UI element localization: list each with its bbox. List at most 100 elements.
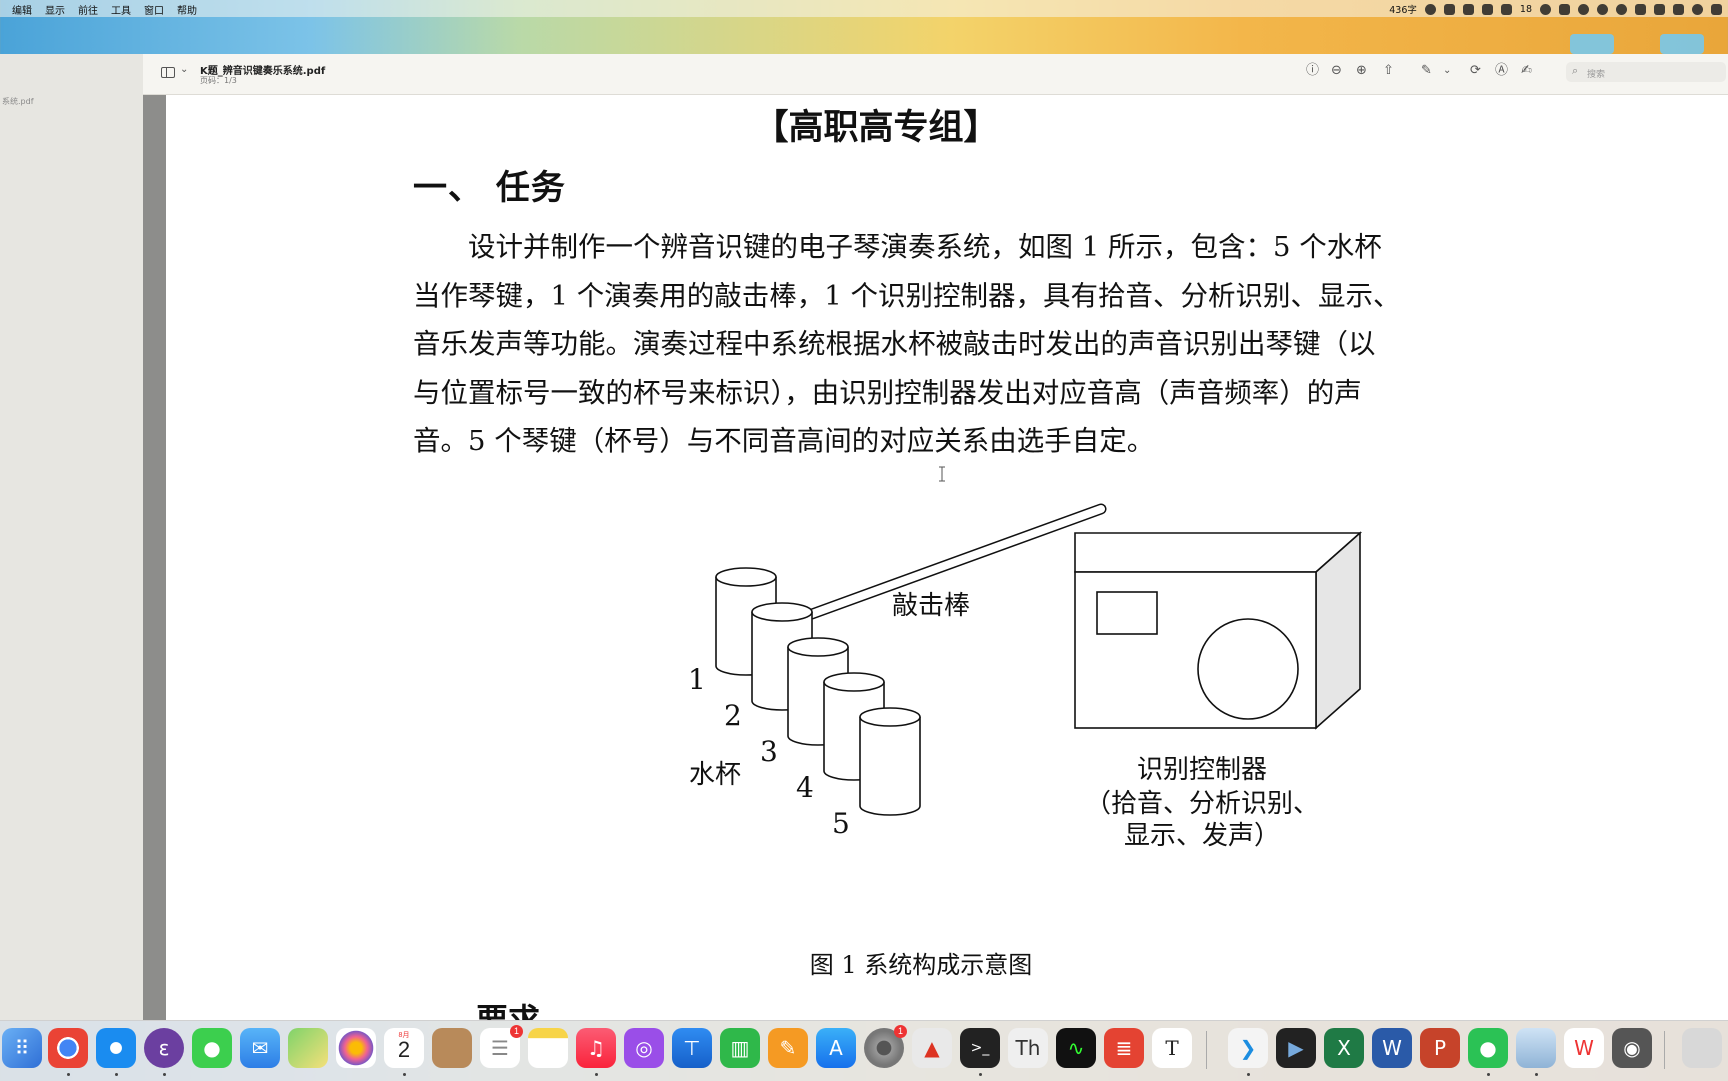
control-center-icon[interactable] [1711, 3, 1722, 15]
app-menus: 编辑 显示 前往 工具 窗口 帮助 [12, 2, 197, 17]
check-icon[interactable] [1540, 3, 1551, 15]
controller-speaker [1197, 618, 1299, 720]
toolbar: ⌄ K题_辨音识键奏乐系统.pdf 页码：1/3 ⓘ ⊖ ⊕ ⇧ ✎ ⌄ ⟳ Ⓐ… [143, 54, 1728, 95]
document-viewer[interactable]: 【高职高专组】 一、 任务 设计并制作一个辨音识键的电子琴演奏系统，如图 1 所… [143, 95, 1728, 1020]
wechat-dock-icon[interactable]: ● [1468, 1028, 1508, 1076]
menu-help[interactable]: 帮助 [177, 2, 197, 17]
notes-icon[interactable] [528, 1028, 568, 1068]
share-icon[interactable]: ⇧ [1383, 63, 1394, 79]
page-indicator: 页码：1/3 [200, 76, 237, 85]
keynote-icon[interactable]: ⊤ [672, 1028, 712, 1068]
final-cut-icon[interactable]: ▶ [1276, 1028, 1316, 1068]
markup-pen-icon[interactable]: ✎ [1421, 63, 1432, 79]
preview-window: 系统.pdf ⌄ K题_辨音识键奏乐系统.pdf 页码：1/3 ⓘ ⊖ ⊕ ⇧ … [0, 54, 1728, 1020]
search-placeholder: 搜索 [1587, 70, 1606, 80]
downloads-stack-icon[interactable] [1682, 1028, 1722, 1068]
image-icon[interactable] [1654, 3, 1665, 15]
reminders-icon[interactable]: ☰ 1 [480, 1025, 523, 1068]
bluetooth-icon[interactable] [1635, 3, 1646, 15]
annotate-icon[interactable]: Ⓐ [1495, 63, 1508, 79]
zoom-out-icon[interactable]: ⊖ [1331, 63, 1342, 79]
controller-box [1074, 531, 1363, 730]
app-store-icon[interactable]: A [816, 1028, 856, 1068]
signature-icon[interactable]: ✍ [1521, 63, 1532, 79]
thumbnail-sidebar[interactable]: 系统.pdf [0, 54, 143, 1020]
dock-separator [1206, 1031, 1207, 1069]
thumbnail-label[interactable]: 系统.pdf [2, 96, 34, 107]
menu-window[interactable]: 窗口 [144, 2, 164, 17]
font-book-icon[interactable]: Th [1008, 1028, 1048, 1068]
sidebar-toggle-icon[interactable] [161, 67, 175, 78]
play-icon[interactable] [1597, 3, 1608, 15]
dock: ⠿ ε ● ✉ 8月 2 ☰ 1 ♫ ◎ ⊤ ▥ ✎ A 1 ▲ >_ Th ∿… [0, 1020, 1728, 1081]
text-cursor-icon [939, 466, 945, 482]
vscode-icon[interactable]: ❯ [1228, 1028, 1268, 1076]
wechat-icon[interactable] [1500, 3, 1512, 15]
search-icon: ⌕ [1572, 64, 1579, 77]
dock-separator [1664, 1031, 1665, 1069]
safari-icon[interactable] [96, 1028, 136, 1076]
menu-tools[interactable]: 工具 [111, 2, 131, 17]
figure-caption: 图 1 系统构成示意图 [809, 951, 1033, 979]
zoom-in-icon[interactable]: ⊕ [1356, 63, 1367, 79]
activity-monitor-icon[interactable]: ∿ [1056, 1028, 1096, 1068]
pdf-page: 【高职高专组】 一、 任务 设计并制作一个辨音识键的电子琴演奏系统，如图 1 所… [166, 95, 1728, 1020]
search-icon[interactable] [1692, 3, 1703, 15]
system-diagram: 敲击棒 1 2 3 4 5 水杯 识别控制器 （拾音、分析识别、 显示、发声） [688, 466, 1363, 851]
screen-record-icon[interactable] [1481, 3, 1493, 15]
water-cups [715, 567, 921, 816]
reminders-badge: 1 [510, 1025, 523, 1038]
grid-icon[interactable] [1559, 3, 1570, 15]
photo-booth-icon[interactable]: ◉ [1612, 1028, 1652, 1068]
chrome-icon[interactable] [48, 1028, 88, 1076]
cup-number: 3 [760, 735, 778, 768]
powerpoint-icon[interactable]: P [1420, 1028, 1460, 1068]
typora-icon[interactable]: T [1152, 1028, 1192, 1068]
stack-icon[interactable] [1673, 3, 1684, 15]
cup-5 [859, 707, 921, 816]
calendar-icon[interactable]: 8月 2 [384, 1028, 424, 1076]
mail-icon[interactable]: ✉ [240, 1028, 280, 1068]
microphone-icon[interactable] [1443, 3, 1455, 15]
keyboard-icon[interactable] [1462, 3, 1474, 15]
desktop-window[interactable] [1570, 34, 1614, 54]
bird-icon[interactable] [1578, 3, 1589, 15]
controller-label: 显示、发声） [1124, 821, 1280, 851]
maps-icon[interactable] [288, 1028, 328, 1068]
word-icon[interactable]: W [1372, 1028, 1412, 1068]
messages-icon[interactable]: ● [192, 1028, 232, 1068]
launchpad-icon[interactable]: ⠿ [2, 1028, 42, 1068]
terminal-icon[interactable]: >_ [960, 1028, 1000, 1076]
chevron-down-icon[interactable]: ⌄ [180, 64, 188, 75]
section-heading: 要求 [476, 1001, 541, 1020]
controller-label: （拾音、分析识别、 [1085, 789, 1319, 819]
music-icon[interactable]: ♫ [576, 1028, 616, 1076]
photos-icon[interactable] [336, 1028, 376, 1068]
face-icon[interactable] [1424, 3, 1436, 15]
cup-number: 5 [832, 807, 850, 840]
rotate-icon[interactable]: ⟳ [1470, 63, 1481, 79]
search-field[interactable]: ⌕ 搜索 [1566, 62, 1726, 82]
menu-go[interactable]: 前往 [78, 2, 98, 17]
excel-icon[interactable]: X [1324, 1028, 1364, 1068]
menu-edit[interactable]: 编辑 [12, 2, 32, 17]
chevron-down-icon[interactable]: ⌄ [1443, 63, 1451, 79]
pages-icon[interactable]: ✎ [768, 1028, 808, 1068]
preview-icon[interactable] [1516, 1028, 1556, 1076]
wifi-icon[interactable] [1616, 3, 1627, 15]
wps-icon[interactable]: W [1564, 1028, 1604, 1068]
word-count[interactable]: 436字 [1389, 2, 1417, 16]
contacts-icon[interactable] [432, 1028, 472, 1068]
info-icon[interactable]: ⓘ [1306, 63, 1319, 79]
cups-label: 水杯 [689, 760, 741, 790]
system-settings-icon[interactable]: 1 [864, 1025, 907, 1068]
emacs-icon[interactable]: ε [144, 1028, 184, 1076]
wechat-count: 18 [1519, 3, 1532, 15]
podcasts-icon[interactable]: ◎ [624, 1028, 664, 1068]
acrobat-icon[interactable]: ▲ [912, 1028, 952, 1068]
menu-view[interactable]: 显示 [45, 2, 65, 17]
numbers-icon[interactable]: ▥ [720, 1028, 760, 1068]
stick-label: 敲击棒 [892, 591, 970, 621]
desktop-window[interactable] [1660, 34, 1704, 54]
todoist-icon[interactable]: ≣ [1104, 1028, 1144, 1068]
